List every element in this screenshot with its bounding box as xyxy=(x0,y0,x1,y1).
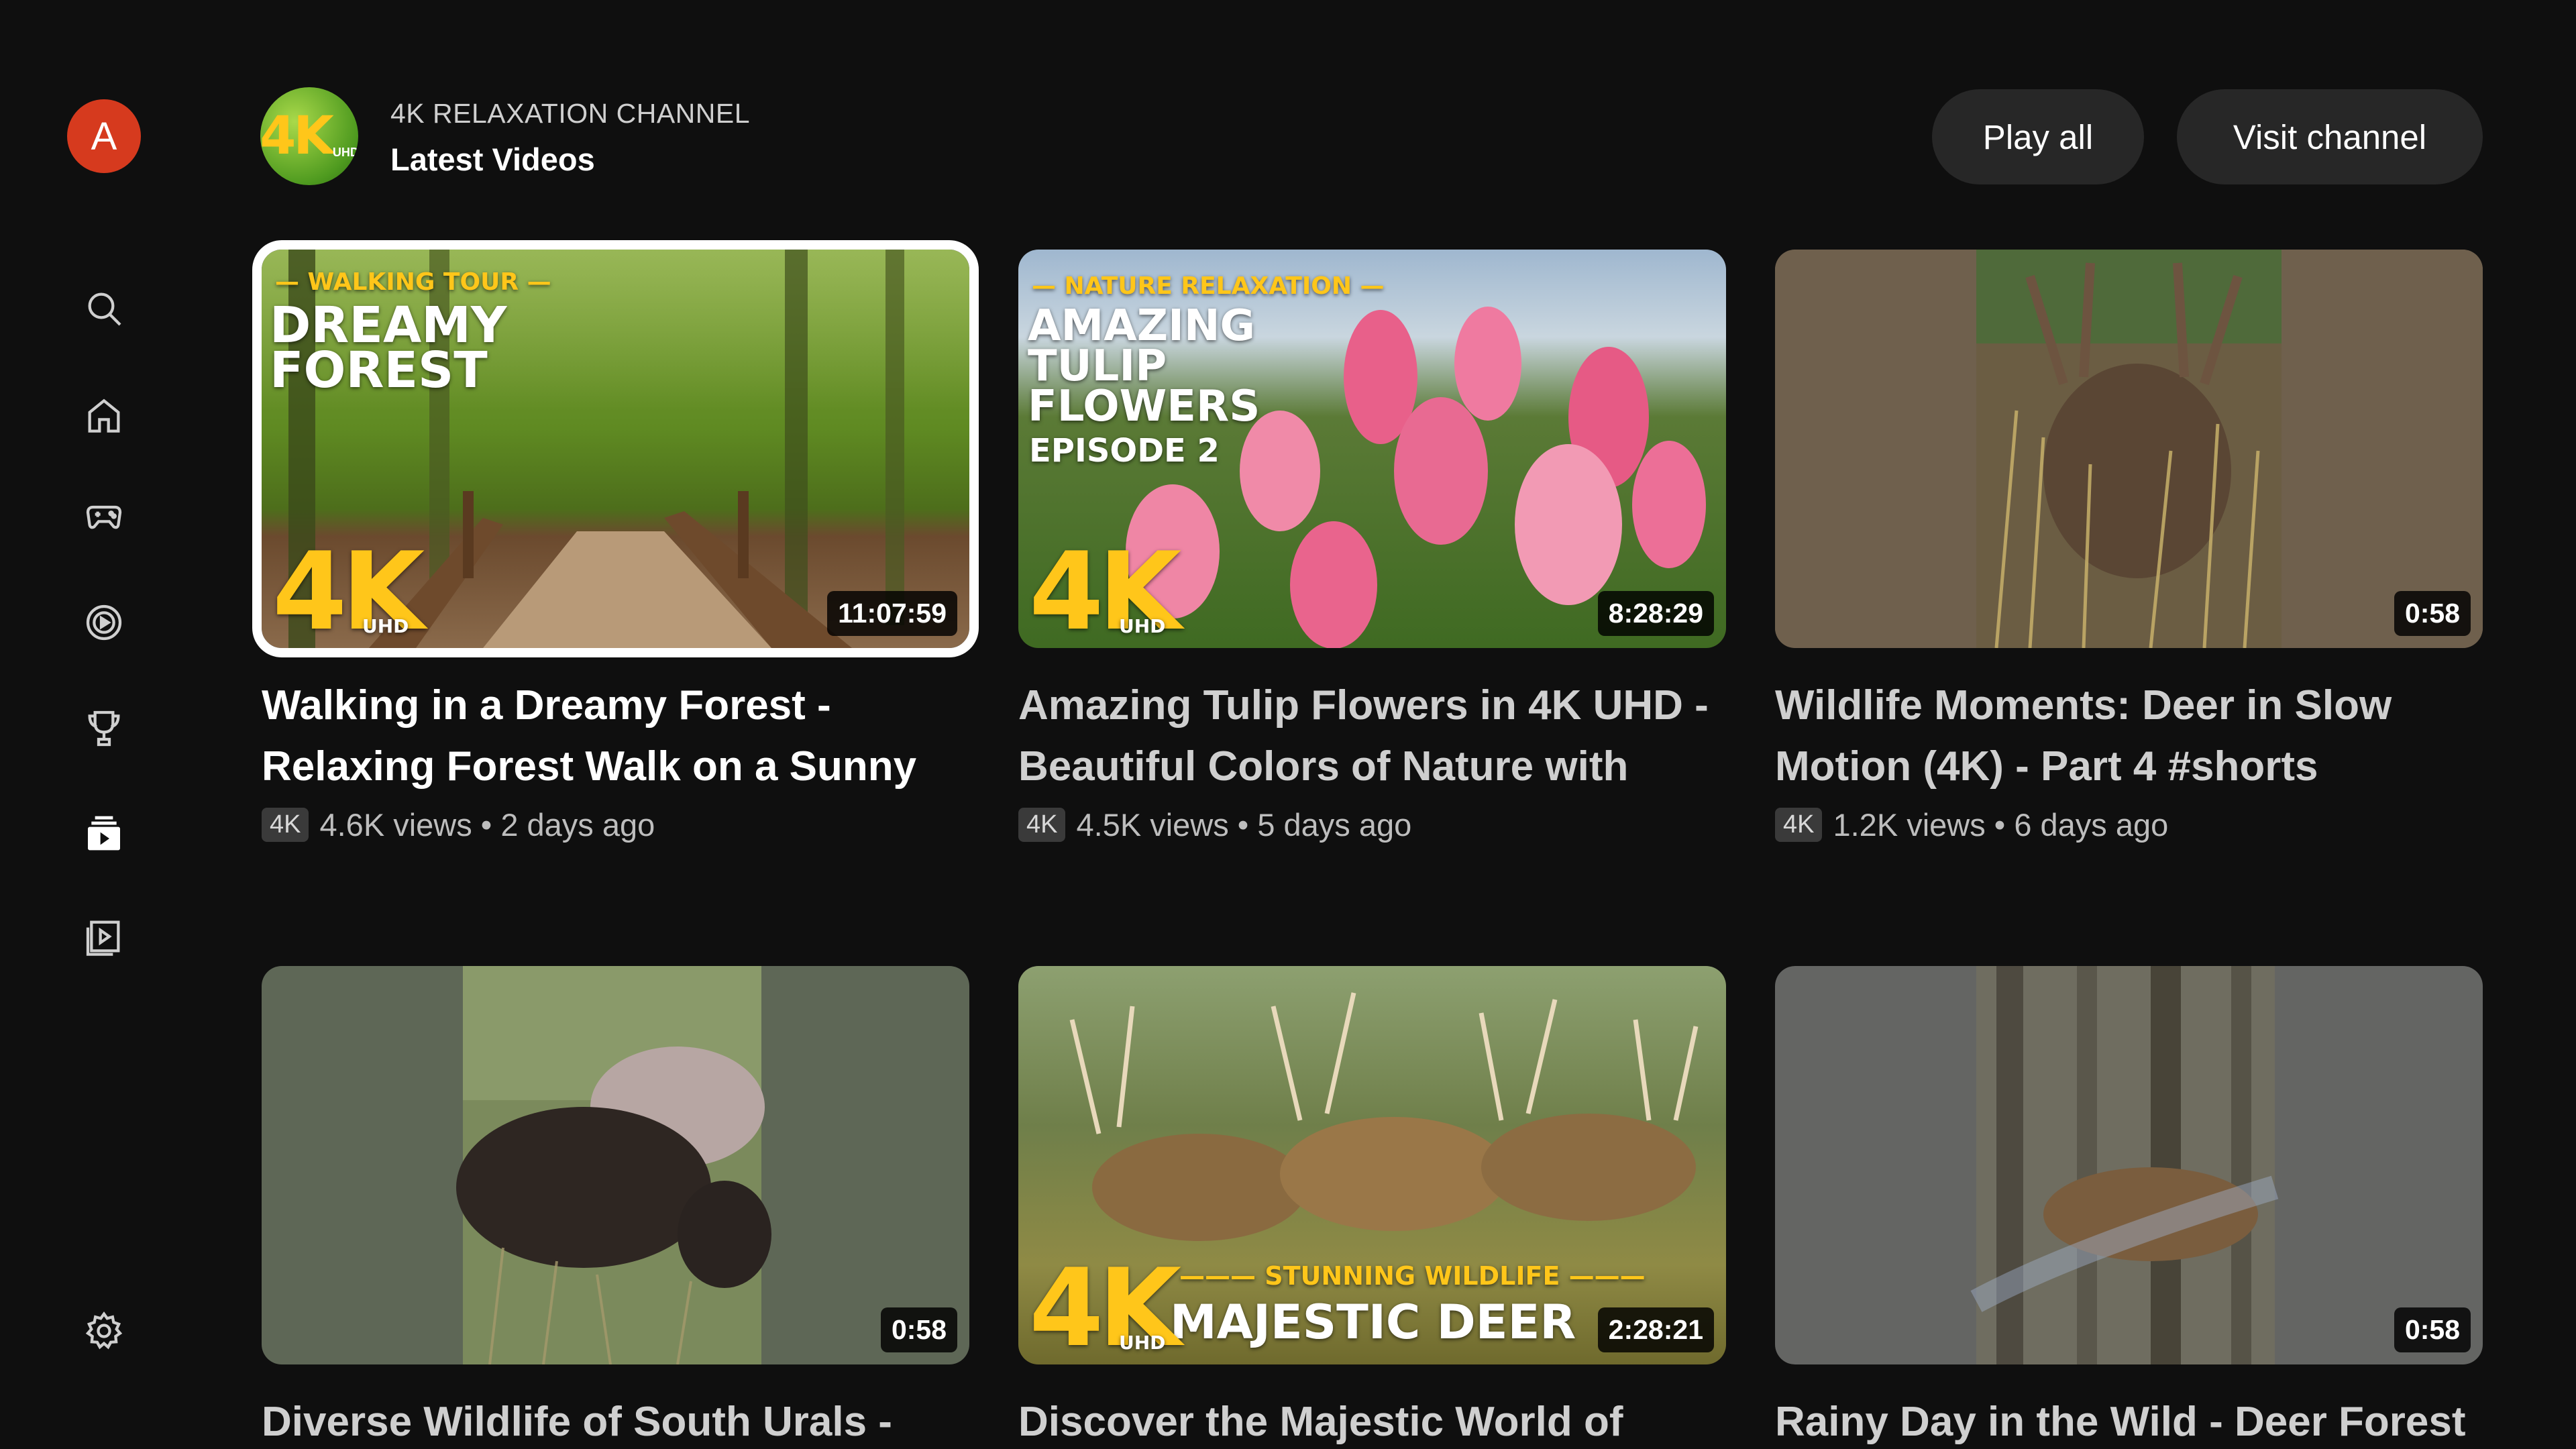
avatar-letter: A xyxy=(91,114,117,158)
thumb-headline-1: MAJESTIC DEER xyxy=(1170,1295,1576,1350)
duration-badge: 0:58 xyxy=(2394,591,2471,636)
channel-logo-sub: UHD xyxy=(332,146,358,159)
video-title: Rainy Day in the Wild - Deer Forest xyxy=(1775,1399,2466,1445)
video-title: Walking in a Dreamy Forest - Relaxing Fo… xyxy=(262,682,917,790)
thumb-headline-2: FOREST xyxy=(270,341,488,399)
rainy-forest-scene xyxy=(1970,966,2279,1364)
video-stats: 4.6K views • 2 days ago xyxy=(319,807,655,843)
trophy-icon[interactable] xyxy=(77,702,131,755)
video-title: Amazing Tulip Flowers in 4K UHD - Beauti… xyxy=(1018,682,1709,790)
play-all-button[interactable]: Play all xyxy=(1932,89,2144,184)
video-thumbnail[interactable]: 0:58 xyxy=(1775,966,2483,1364)
section-title: Latest Videos xyxy=(390,142,595,177)
music-icon[interactable] xyxy=(77,596,131,649)
subscriptions-icon[interactable] xyxy=(77,806,131,860)
thumb-uhd-label: UHD xyxy=(362,615,409,637)
thumb-tagline: — NATURE RELAXATION — xyxy=(1032,272,1385,300)
deer-scene xyxy=(1775,250,2483,648)
video-title: Wildlife Moments: Deer in Slow Motion (4… xyxy=(1775,682,2392,790)
tv-app: A 4K UHD 4K RELAXATION CHANNEL Latest Vi… xyxy=(0,0,2576,1449)
video-thumbnail[interactable]: 0:58 xyxy=(262,966,969,1364)
thumb-uhd-label: UHD xyxy=(1119,615,1166,637)
video-meta: 4K 1.2K views • 6 days ago xyxy=(1775,806,2168,843)
channel-logo-text: 4K xyxy=(260,106,334,166)
video-thumbnail[interactable]: — WALKING TOUR — DREAMY FOREST 4K UHD 11… xyxy=(252,240,979,657)
quality-badge: 4K xyxy=(1775,808,1823,842)
thumb-headline-3: FLOWERS xyxy=(1028,382,1260,431)
video-meta: 4K 4.5K views • 5 days ago xyxy=(1018,806,1411,843)
library-icon[interactable] xyxy=(77,910,131,963)
video-title: Discover the Majestic World of xyxy=(1018,1399,1623,1445)
search-icon[interactable] xyxy=(77,282,131,335)
duration-badge: 8:28:29 xyxy=(1597,591,1714,636)
thumb-uhd-label: UHD xyxy=(1119,1332,1166,1354)
account-avatar[interactable]: A xyxy=(67,99,141,173)
quality-badge: 4K xyxy=(1018,808,1066,842)
video-stats: 1.2K views • 6 days ago xyxy=(1833,807,2169,843)
video-title: Diverse Wildlife of South Urals - xyxy=(262,1399,892,1445)
thumb-headline-1: AMAZING xyxy=(1028,301,1256,351)
thumb-episode: EPISODE 2 xyxy=(1029,432,1220,470)
thumb-headline-2: TULIP xyxy=(1028,341,1167,391)
gaming-icon[interactable] xyxy=(77,491,131,545)
thumb-tagline: — WALKING TOUR — xyxy=(275,268,551,296)
video-meta: 4K 4.6K views • 2 days ago xyxy=(262,806,655,843)
thumb-tagline: ——— STUNNING WILDLIFE ——— xyxy=(1179,1261,1646,1291)
sidebar: A xyxy=(0,0,208,1449)
quality-badge: 4K xyxy=(262,808,309,842)
home-icon[interactable] xyxy=(77,389,131,443)
video-thumbnail[interactable]: ——— STUNNING WILDLIFE ——— MAJESTIC DEER … xyxy=(1018,966,1726,1364)
video-thumbnail[interactable]: — NATURE RELAXATION — AMAZING TULIP FLOW… xyxy=(1018,250,1726,648)
video-thumbnail[interactable]: 0:58 xyxy=(1775,250,2483,648)
duration-badge: 0:58 xyxy=(2394,1307,2471,1352)
visit-channel-button[interactable]: Visit channel xyxy=(2177,89,2483,184)
duration-badge: 0:58 xyxy=(880,1307,957,1352)
channel-name: 4K RELAXATION CHANNEL xyxy=(390,98,751,129)
duration-badge: 11:07:59 xyxy=(827,591,957,636)
settings-icon[interactable] xyxy=(77,1304,131,1358)
boar-scene xyxy=(456,966,771,1364)
duration-badge: 2:28:21 xyxy=(1597,1307,1714,1352)
video-stats: 4.5K views • 5 days ago xyxy=(1076,807,1412,843)
channel-logo: 4K UHD xyxy=(260,87,358,185)
